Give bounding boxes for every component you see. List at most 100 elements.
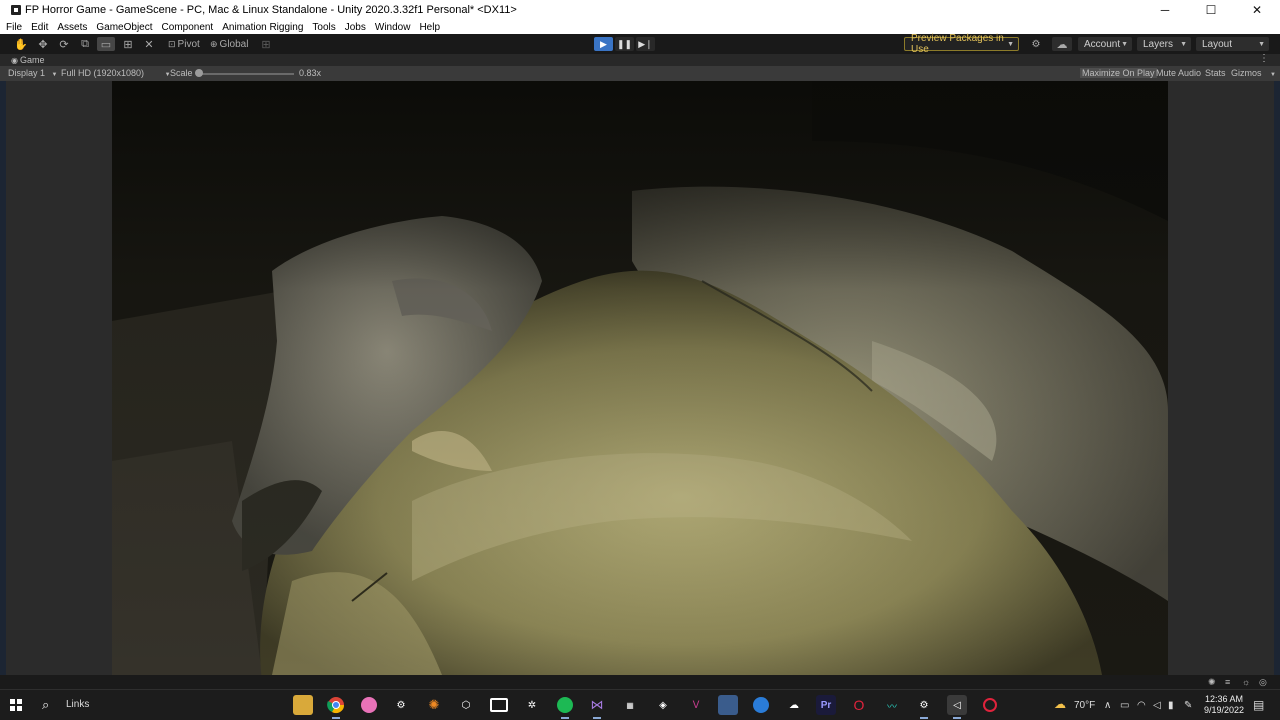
globe-icon: ⊕ xyxy=(210,38,218,49)
layout-dropdown[interactable]: Layout ▼ xyxy=(1196,37,1269,51)
windows-start-icon[interactable] xyxy=(10,699,22,711)
move-tool-icon[interactable]: ✥ xyxy=(35,37,51,51)
spotify-icon[interactable] xyxy=(555,695,575,719)
gamepad-icon: ◉ xyxy=(11,55,18,65)
custom-tool-icon[interactable]: ✕ xyxy=(141,37,157,51)
menu-assets[interactable]: Assets xyxy=(57,22,87,33)
display-label: Display 1 xyxy=(8,68,46,78)
app-circle-icon[interactable] xyxy=(751,695,771,715)
menu-animation-rigging[interactable]: Animation Rigging xyxy=(222,22,303,33)
scale-tool-icon[interactable]: ⧉ xyxy=(77,37,93,51)
gizmos-toggle[interactable]: Gizmos ▼ xyxy=(1231,68,1276,78)
menu-window[interactable]: Window xyxy=(375,22,411,33)
hand-tool-icon[interactable]: ✋ xyxy=(13,37,29,51)
unity-hub-icon[interactable]: ⬡ xyxy=(456,695,476,715)
step-button[interactable]: ▶❘ xyxy=(636,37,655,51)
menu-file[interactable]: File xyxy=(6,22,22,33)
progress-icon[interactable]: ✺ xyxy=(1208,677,1216,688)
minimize-button[interactable]: ─ xyxy=(1142,0,1188,20)
window-title: FP Horror Game - GameScene - PC, Mac & L… xyxy=(25,4,517,16)
menu-tools[interactable]: Tools xyxy=(312,22,335,33)
resolution-dropdown[interactable]: Full HD (1920x1080) ▼ xyxy=(61,68,171,78)
volume-icon[interactable]: ◁ xyxy=(1153,700,1161,711)
chrome-icon[interactable] xyxy=(326,695,346,719)
chevron-down-icon: ▼ xyxy=(1270,72,1276,78)
pause-button[interactable]: ❚❚ xyxy=(615,37,634,51)
microphone-icon[interactable]: ▮ xyxy=(1168,700,1174,711)
file-explorer-icon[interactable] xyxy=(293,695,313,715)
account-label: Account xyxy=(1084,38,1121,50)
gear-icon[interactable]: ✲ xyxy=(522,695,542,715)
lighting-icon[interactable]: ☼ xyxy=(1242,677,1250,687)
notifications-icon[interactable]: ▤ xyxy=(1253,698,1264,712)
cloud-icon[interactable]: ☁ xyxy=(1052,37,1072,51)
tab-game[interactable]: ◉ Game xyxy=(11,54,45,66)
steam-icon[interactable]: ⚙ xyxy=(391,695,411,715)
app-cloud-icon[interactable]: ☁ xyxy=(784,695,804,715)
preview-packages-dropdown[interactable]: Preview Packages in Use ▼ xyxy=(904,33,1019,55)
app-v-icon[interactable]: Ⅴ xyxy=(686,695,706,715)
pen-icon[interactable]: ✎ xyxy=(1184,700,1192,711)
resolution-label: Full HD (1920x1080) xyxy=(61,68,145,78)
rotate-tool-icon[interactable]: ⟳ xyxy=(56,37,72,51)
global-toggle[interactable]: ⊕ Global xyxy=(210,37,252,51)
maximize-on-play-toggle[interactable]: Maximize On Play xyxy=(1080,68,1157,78)
app-terminal-icon[interactable]: ▦ xyxy=(620,695,640,715)
app-blue-square-icon[interactable] xyxy=(718,695,738,715)
transform-tool-icon[interactable]: ⊞ xyxy=(120,37,136,51)
taskbar-clock[interactable]: 12:36 AM 9/19/2022 xyxy=(1200,694,1248,716)
menu-jobs[interactable]: Jobs xyxy=(345,22,366,33)
chevron-down-icon: ▼ xyxy=(1121,40,1128,48)
display-dropdown[interactable]: Display 1 ▼ xyxy=(8,68,57,78)
more-options-icon[interactable]: ⋮ xyxy=(1259,53,1269,64)
mute-audio-toggle[interactable]: Mute Audio xyxy=(1156,68,1201,78)
unity-app-icon xyxy=(11,5,21,15)
rect-tool-icon[interactable]: ▭ xyxy=(97,37,115,51)
console-icon[interactable]: ≡ xyxy=(1225,677,1230,687)
blender-icon[interactable]: ✺ xyxy=(424,695,444,715)
wifi-icon[interactable]: ◠ xyxy=(1137,700,1146,711)
unity-editor-icon[interactable]: ◁ xyxy=(947,695,967,719)
layers-dropdown[interactable]: Layers ▼ xyxy=(1137,37,1191,51)
weather-icon[interactable]: ☁ xyxy=(1054,697,1066,711)
layers-label: Layers xyxy=(1143,38,1174,50)
close-button[interactable]: ✕ xyxy=(1234,0,1280,20)
game-viewport[interactable] xyxy=(0,81,1280,675)
premiere-icon[interactable]: Pr xyxy=(816,695,836,715)
game-render[interactable] xyxy=(112,81,1168,675)
game-tab-strip: ◉ Game ⋮ xyxy=(0,53,1280,66)
visual-studio-icon[interactable]: ⋈ xyxy=(587,695,607,719)
game-view-controls: Display 1 ▼ Full HD (1920x1080) ▼ Scale … xyxy=(0,66,1280,81)
opera-icon[interactable]: O xyxy=(849,695,869,715)
account-dropdown[interactable]: Account ▼ xyxy=(1078,37,1132,51)
pivot-icon: ⊡ xyxy=(168,38,176,49)
pivot-toggle[interactable]: ⊡ Pivot xyxy=(168,37,208,51)
app-record-icon[interactable] xyxy=(980,695,1000,715)
search-icon[interactable]: ⌕ xyxy=(42,697,49,713)
scale-slider-track[interactable] xyxy=(200,73,294,75)
taskbar-search-label[interactable]: Links xyxy=(66,699,89,710)
chevron-down-icon: ▼ xyxy=(1180,40,1187,48)
app-wave-icon[interactable]: 〰 xyxy=(882,695,902,715)
cache-server-icon[interactable]: ◎ xyxy=(1259,677,1267,688)
stats-toggle[interactable]: Stats xyxy=(1205,68,1226,78)
clock-time: 12:36 AM xyxy=(1204,694,1244,704)
menu-help[interactable]: Help xyxy=(419,22,440,33)
maximize-button[interactable]: ☐ xyxy=(1188,0,1234,20)
weather-temp[interactable]: 70°F xyxy=(1074,700,1095,711)
menu-component[interactable]: Component xyxy=(162,22,214,33)
play-button[interactable]: ▶ xyxy=(594,37,613,51)
scale-slider-handle[interactable] xyxy=(195,69,203,77)
steam-tray-icon[interactable]: ⚙ xyxy=(914,695,934,719)
grid-snap-icon[interactable]: ⊞ xyxy=(259,37,273,51)
menu-edit[interactable]: Edit xyxy=(31,22,48,33)
app-pink-icon[interactable] xyxy=(359,695,379,715)
collab-icon[interactable]: ⚙ xyxy=(1029,37,1043,51)
tab-game-label: Game xyxy=(19,55,45,65)
pivot-label: Pivot xyxy=(177,38,200,50)
app-square-icon[interactable] xyxy=(489,695,509,715)
app-shield-icon[interactable]: ◈ xyxy=(653,695,673,715)
chevron-up-icon[interactable]: ∧ xyxy=(1104,700,1111,711)
battery-icon[interactable]: ▭ xyxy=(1120,700,1129,711)
menu-gameobject[interactable]: GameObject xyxy=(96,22,152,33)
